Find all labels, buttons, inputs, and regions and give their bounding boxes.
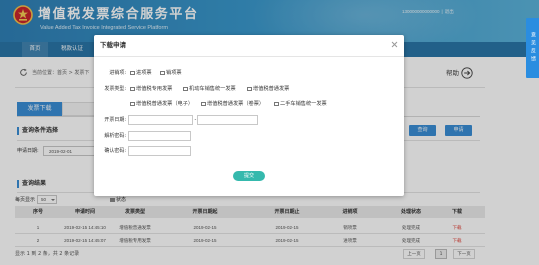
parse-password-input[interactable]: [128, 131, 191, 141]
invoice-date-start-input[interactable]: [128, 115, 193, 125]
close-icon[interactable]: [391, 41, 398, 48]
checkbox-vat-general-electronic[interactable]: 增值税普通发票（电子）: [130, 101, 193, 107]
checkbox-icon[interactable]: [160, 70, 165, 76]
checkbox-input-invoices[interactable]: 进项票: [130, 70, 152, 76]
checkbox-vat-general-roll[interactable]: 增值税普通发票（卷票）: [201, 101, 264, 107]
modal-title-divider: [94, 56, 404, 57]
checkbox-icon[interactable]: [130, 86, 135, 92]
confirm-password-label: 确认密码:: [104, 148, 126, 154]
option-label: 增值税专用发票: [136, 86, 173, 92]
checkbox-icon[interactable]: [201, 101, 206, 107]
checkbox-icon[interactable]: [183, 86, 188, 92]
option-label: 销项票: [166, 70, 182, 76]
invoice-date-end-input[interactable]: [197, 115, 258, 125]
option-label: 进项票: [136, 70, 152, 76]
option-label: 增值税普通发票: [253, 86, 290, 92]
option-label: 增值税普通发票（卷票）: [207, 101, 265, 107]
parse-password-label: 解析密码:: [104, 133, 126, 139]
option-label: 二手车销售统一发票: [280, 101, 327, 107]
checkbox-icon[interactable]: [130, 101, 135, 107]
checkbox-output-invoices[interactable]: 销项票: [160, 70, 182, 76]
option-label: 机动车销售统一发票: [189, 86, 236, 92]
invoice-date-label: 开票日期:: [104, 117, 126, 123]
checkbox-vat-special[interactable]: 增值税专用发票: [130, 86, 172, 92]
download-request-modal: 下载申请 进销项: 进项票 销项票 发票类型: 增值税专用发票 机动车销售统一发…: [94, 35, 404, 196]
checkbox-icon[interactable]: [130, 70, 135, 76]
checkbox-motor-vehicle[interactable]: 机动车销售统一发票: [183, 86, 236, 92]
direction-label: 进销项:: [109, 70, 126, 76]
checkbox-icon[interactable]: [247, 86, 252, 92]
invoice-type-label: 发票类型:: [104, 86, 126, 92]
feedback-side-tab[interactable]: 意见反馈: [526, 18, 539, 78]
checkbox-vat-general[interactable]: 增值税普通发票: [247, 86, 289, 92]
checkbox-icon[interactable]: [274, 101, 279, 107]
confirm-password-input[interactable]: [128, 146, 191, 156]
submit-button[interactable]: 提交: [233, 171, 265, 181]
modal-title: 下载申请: [100, 41, 126, 49]
checkbox-used-car[interactable]: 二手车销售统一发票: [274, 101, 327, 107]
option-label: 增值税普通发票（电子）: [136, 101, 194, 107]
